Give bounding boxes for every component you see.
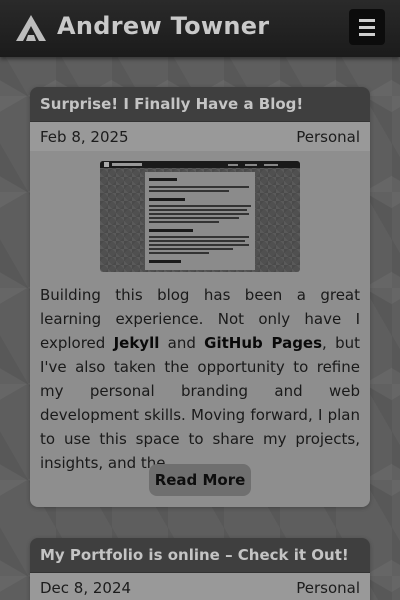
thumbnail-nav-link: [245, 164, 257, 166]
thumbnail-line: [149, 236, 249, 238]
thumbnail-line: [149, 221, 219, 223]
thumbnail-brand: [112, 163, 142, 166]
thumbnail-line: [149, 186, 249, 188]
thumbnail-nav-link: [228, 164, 238, 166]
post-title[interactable]: Surprise! I Finally Have a Blog!: [40, 95, 303, 113]
navbar: Andrew Towner: [0, 0, 400, 57]
post-date: Feb 8, 2025: [40, 128, 129, 146]
post-meta: Dec 8, 2024 Personal: [30, 573, 370, 600]
thumbnail-content-panel: [145, 172, 255, 270]
thumbnail-line: [149, 244, 249, 246]
thumbnail-line: [149, 178, 177, 181]
hamburger-menu-button[interactable]: [349, 9, 385, 45]
post-thumbnail[interactable]: [100, 161, 300, 272]
thumbnail-line: [149, 205, 251, 207]
post-card: Surprise! I Finally Have a Blog! Feb 8, …: [30, 87, 370, 507]
post-card: My Portfolio is online – Check it Out! D…: [30, 538, 370, 600]
excerpt-text: , but I've also taken the opportunity to…: [40, 334, 360, 472]
thumbnail-nav-link: [264, 164, 278, 166]
excerpt-text: and: [159, 334, 205, 352]
post-meta: Feb 8, 2025 Personal: [30, 122, 370, 151]
thumbnail-line: [149, 190, 229, 192]
thumbnail-line: [149, 209, 247, 211]
thumbnail-line: [149, 229, 193, 232]
brand-name[interactable]: Andrew Towner: [57, 12, 269, 40]
post-date: Dec 8, 2024: [40, 579, 132, 597]
post-title[interactable]: My Portfolio is online – Check it Out!: [40, 546, 349, 564]
thumbnail-nav: [100, 161, 300, 168]
thumbnail-line: [149, 248, 233, 250]
read-more-button[interactable]: Read More: [149, 464, 251, 496]
post-category[interactable]: Personal: [296, 128, 360, 146]
brand-logo-icon[interactable]: [15, 14, 47, 42]
post-title-bar: My Portfolio is online – Check it Out!: [30, 538, 370, 573]
hamburger-menu-icon: [359, 19, 375, 22]
thumbnail-line: [149, 213, 249, 215]
thumbnail-line: [149, 217, 239, 219]
thumbnail-line: [149, 252, 209, 254]
post-body: Building this blog has been a great lear…: [30, 151, 370, 507]
excerpt-keyword: Jekyll: [113, 334, 160, 352]
thumbnail-logo-icon: [104, 162, 109, 167]
thumbnail-line: [149, 260, 181, 263]
thumbnail-line: [149, 240, 245, 242]
hamburger-menu-icon-bar: [359, 33, 375, 36]
excerpt-keyword: GitHub Pages: [204, 334, 323, 352]
post-category[interactable]: Personal: [296, 579, 360, 597]
post-excerpt: Building this blog has been a great lear…: [40, 283, 360, 475]
hamburger-menu-icon-bar: [359, 26, 375, 29]
post-title-bar: Surprise! I Finally Have a Blog!: [30, 87, 370, 122]
thumbnail-line: [149, 198, 185, 201]
